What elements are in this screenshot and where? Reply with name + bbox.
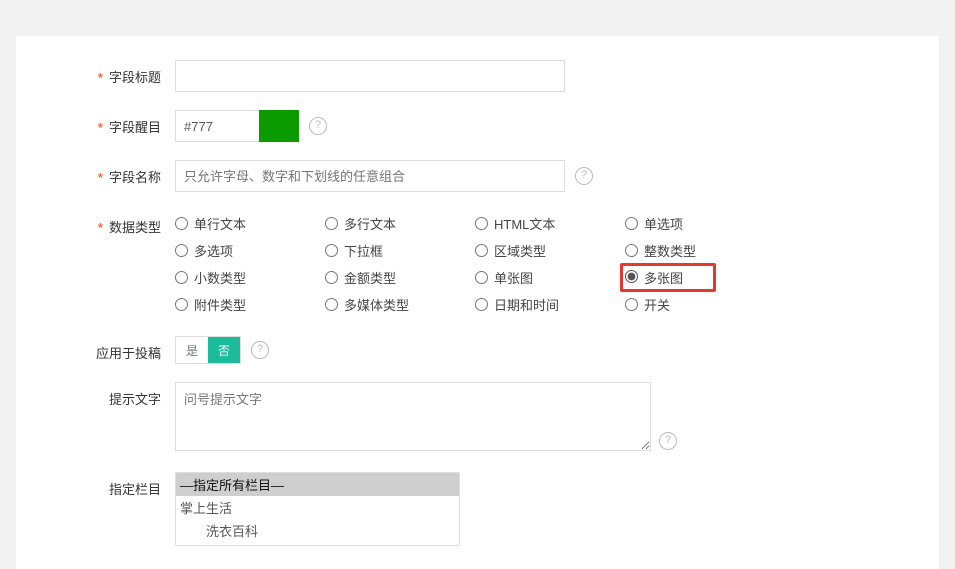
hint-textarea[interactable] [175,382,651,451]
column-select[interactable]: —指定所有栏目—掌上生活 洗衣百科 干洗文档 [175,472,460,546]
field-color-input[interactable] [175,110,260,142]
dtype-option[interactable]: 多选项 [175,237,325,264]
dtype-option[interactable]: 多行文本 [325,210,475,237]
dtype-radio[interactable] [175,244,188,257]
label-title: 字段标题 [46,60,175,86]
dtype-radio[interactable] [325,298,338,311]
dtype-option[interactable]: 单张图 [475,264,625,291]
column-option[interactable]: 洗衣百科 [176,519,459,542]
dtype-label: 下拉框 [344,241,383,260]
row-column: 指定栏目 —指定所有栏目—掌上生活 洗衣百科 干洗文档 [46,472,909,546]
dtype-radio[interactable] [475,244,488,257]
dtype-options: 单行文本 多行文本 HTML文本 单选项多选项 下拉框 区域类型 整数类型小数类型 金额类型 单… [175,210,795,318]
dtype-option[interactable]: 小数类型 [175,264,325,291]
dtype-radio[interactable] [625,270,638,283]
label-hint: 提示文字 [46,382,175,408]
label-contribute: 应用于投稿 [46,336,175,362]
help-icon[interactable]: ? [251,341,269,359]
dtype-radio[interactable] [625,217,638,230]
dtype-option[interactable]: HTML文本 [475,210,625,237]
dtype-label: 多选项 [194,241,233,260]
dtype-label: 日期和时间 [494,295,559,314]
label-column: 指定栏目 [46,472,175,498]
row-hint: 提示文字 ? [46,382,909,454]
dtype-option[interactable]: 单行文本 [175,210,325,237]
dtype-radio[interactable] [325,271,338,284]
dtype-label: 多媒体类型 [344,295,409,314]
column-option[interactable]: 干洗文档 [176,542,459,546]
dtype-label: 单张图 [494,268,533,287]
dtype-label: 附件类型 [194,295,246,314]
dtype-option[interactable]: 附件类型 [175,291,325,318]
dtype-label: 多行文本 [344,214,396,233]
dtype-option[interactable]: 开关 [625,291,775,318]
dtype-label: 金额类型 [344,268,396,287]
dtype-label: HTML文本 [494,214,555,233]
row-title: 字段标题 [46,60,909,92]
help-icon[interactable]: ? [575,167,593,185]
dtype-option[interactable]: 日期和时间 [475,291,625,318]
dtype-radio[interactable] [325,217,338,230]
row-name: 字段名称 ? [46,160,909,192]
field-name-input[interactable] [175,160,565,192]
label-dtype: 数据类型 [46,210,175,236]
dtype-radio[interactable] [625,244,638,257]
dtype-option[interactable]: 下拉框 [325,237,475,264]
dtype-option[interactable]: 整数类型 [625,237,775,264]
toggle-yes[interactable]: 是 [176,337,208,363]
color-swatch[interactable] [259,110,299,142]
dtype-option[interactable]: 金额类型 [325,264,475,291]
column-option[interactable]: —指定所有栏目— [176,473,459,496]
dtype-radio[interactable] [325,244,338,257]
dtype-radio[interactable] [475,298,488,311]
column-option[interactable]: 掌上生活 [176,496,459,519]
contribute-toggle[interactable]: 是 否 [175,336,241,364]
dtype-option[interactable]: 单选项 [625,210,775,237]
toggle-no[interactable]: 否 [208,337,240,363]
dtype-radio[interactable] [475,217,488,230]
help-icon[interactable]: ? [309,117,327,135]
field-title-input[interactable] [175,60,565,92]
dtype-radio[interactable] [175,298,188,311]
row-dtype: 数据类型 单行文本 多行文本 HTML文本 单选项多选项 下拉框 区域类型 整数类型小数类型… [46,210,909,318]
row-contribute: 应用于投稿 是 否 ? [46,336,909,364]
dtype-option[interactable]: 多媒体类型 [325,291,475,318]
row-color: 字段醒目 ? [46,110,909,142]
help-icon[interactable]: ? [659,432,677,450]
dtype-label: 多张图 [644,271,683,286]
dtype-option[interactable]: 区域类型 [475,237,625,264]
dtype-label: 整数类型 [644,241,696,260]
dtype-option[interactable]: 多张图 [625,264,775,291]
label-color: 字段醒目 [46,110,175,136]
dtype-label: 单行文本 [194,214,246,233]
dtype-label: 小数类型 [194,268,246,287]
label-name: 字段名称 [46,160,175,186]
form-card: 字段标题 字段醒目 ? 字段名称 ? 数据类型 单行文本多行文本HTML文本单选 [16,36,939,569]
dtype-label: 区域类型 [494,241,546,260]
dtype-radio[interactable] [175,217,188,230]
dtype-label: 开关 [644,295,670,314]
dtype-radio[interactable] [175,271,188,284]
dtype-label: 单选项 [644,214,683,233]
dtype-radio[interactable] [625,298,638,311]
dtype-radio[interactable] [475,271,488,284]
